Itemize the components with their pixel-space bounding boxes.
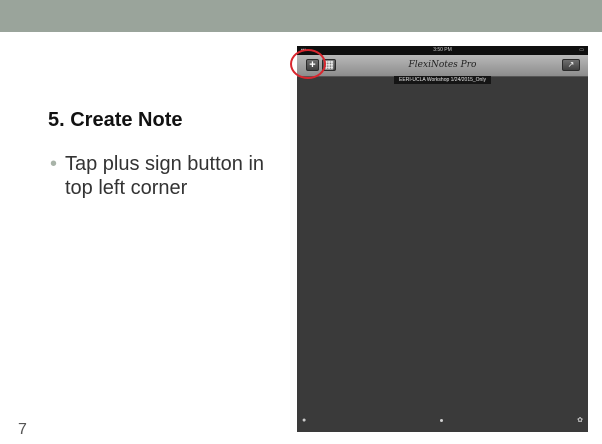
status-bar: ▪▪▪ 3:50 PM ▭: [297, 46, 588, 55]
ipad-screenshot: ▪▪▪ 3:50 PM ▭ + ▦ FlexiNotes Pro ↗ EERI-…: [297, 46, 588, 432]
plus-button-highlight-circle: [290, 49, 326, 79]
settings-gear-icon[interactable]: ✿: [577, 417, 583, 424]
info-icon[interactable]: ●: [302, 417, 306, 424]
slide-header-bar: [0, 0, 602, 32]
page-indicator-dot: [440, 419, 443, 422]
notebook-label: EERI-UCLA Workshop 1/24/2015_Only: [297, 76, 588, 84]
bullet-item: • Tap plus sign button in top left corne…: [50, 152, 280, 200]
status-time: 3:50 PM: [433, 47, 452, 53]
slide-number: 7: [18, 421, 27, 438]
share-button[interactable]: ↗: [562, 59, 580, 71]
notebook-label-text: EERI-UCLA Workshop 1/24/2015_Only: [394, 76, 491, 84]
bullet-text: Tap plus sign button in top left corner: [65, 153, 265, 199]
app-toolbar: + ▦ FlexiNotes Pro ↗: [297, 55, 588, 77]
bullet-dot-icon: •: [50, 153, 58, 175]
slide-title: 5. Create Note: [48, 109, 183, 131]
battery-icon: ▭: [579, 47, 584, 53]
app-title: FlexiNotes Pro: [408, 60, 477, 70]
